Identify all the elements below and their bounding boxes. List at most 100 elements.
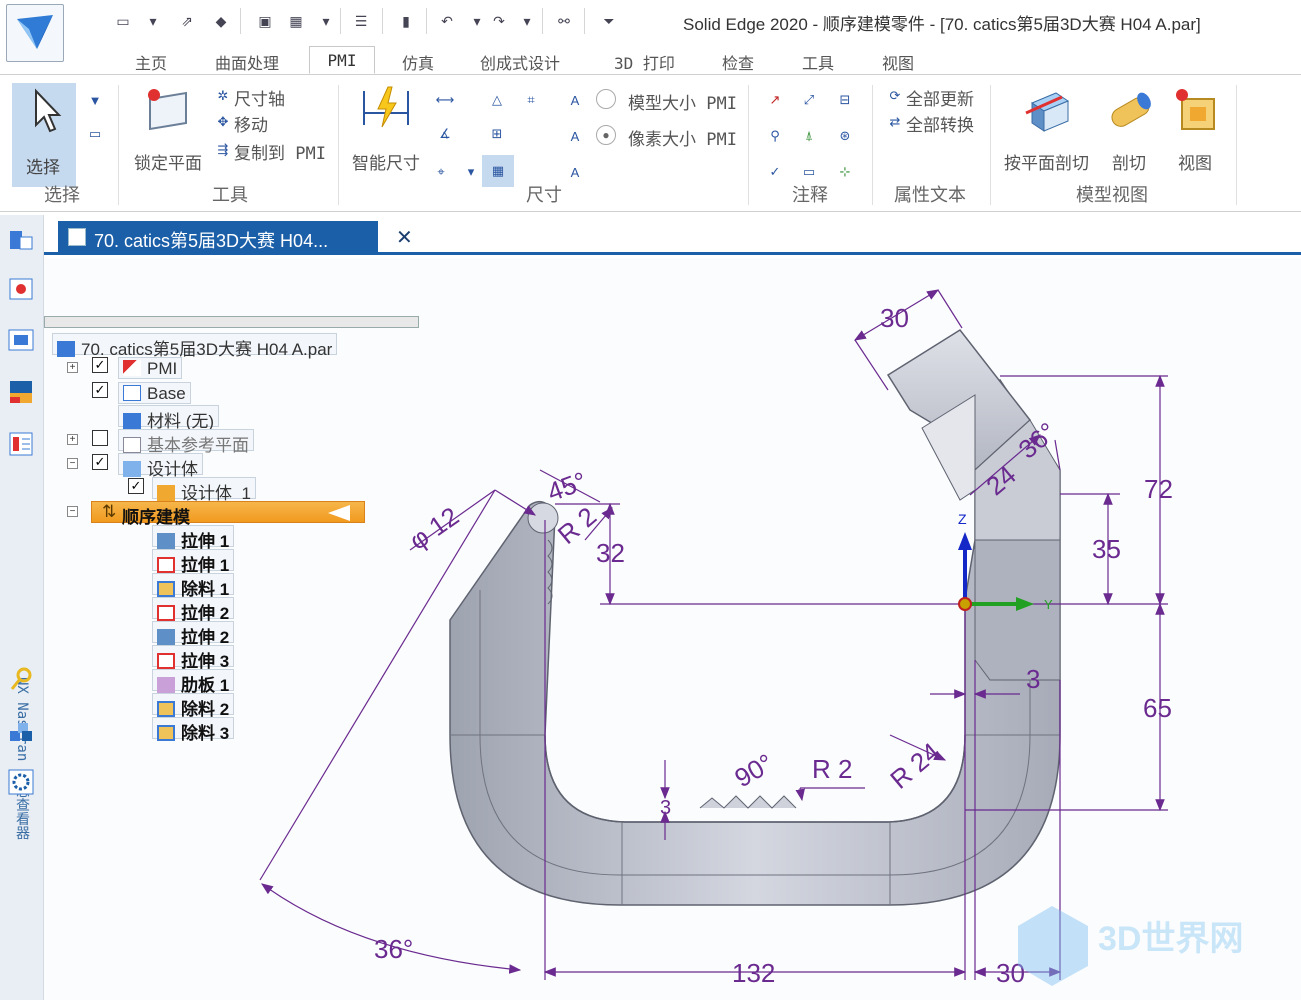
select-box-icon[interactable]: ▭ bbox=[84, 123, 106, 145]
tab-view[interactable]: 视图 bbox=[872, 46, 924, 74]
filter-icon[interactable]: ▼ bbox=[84, 89, 106, 111]
document-icon[interactable]: ▮ bbox=[395, 10, 417, 32]
callout-icon[interactable]: ↗ bbox=[764, 89, 786, 111]
tab-3d-print[interactable]: 3D 打印 bbox=[604, 46, 685, 74]
chevron-down-icon[interactable]: ▾ bbox=[460, 161, 482, 183]
settings-icon[interactable] bbox=[6, 767, 36, 797]
datum-frame-icon[interactable]: ⊟ bbox=[834, 89, 856, 111]
tree-item-ref-planes[interactable]: 基本参考平面 bbox=[118, 429, 254, 455]
dimension-axis-label[interactable]: 尺寸轴 bbox=[234, 85, 285, 110]
tree-feature-cutout[interactable]: 除料 1 bbox=[152, 573, 235, 599]
save-as-icon[interactable]: ▦ bbox=[285, 10, 307, 32]
tree-feature-cutout[interactable]: 除料 2 bbox=[152, 693, 235, 719]
expand-icon[interactable]: + bbox=[67, 362, 78, 373]
close-icon[interactable]: ✕ bbox=[396, 225, 413, 250]
chevron-down-icon[interactable]: ▾ bbox=[516, 10, 538, 32]
tree-item-material[interactable]: 材料 (无) bbox=[118, 405, 220, 431]
move-label[interactable]: 移动 bbox=[234, 111, 268, 136]
chevron-down-icon[interactable]: ▾ bbox=[466, 10, 488, 32]
dimension-table-icon[interactable]: ▦ bbox=[482, 155, 514, 187]
text-size-icon[interactable]: A bbox=[564, 89, 586, 111]
angle-dimension-icon[interactable]: ∡ bbox=[434, 123, 456, 145]
tree-item-base[interactable]: Base bbox=[118, 382, 191, 404]
open-file-icon[interactable]: ⇗ bbox=[176, 10, 198, 32]
surface-texture-icon[interactable]: ⍋ bbox=[798, 125, 820, 147]
nastran-log-icon[interactable] bbox=[6, 429, 36, 459]
link-icon[interactable]: ⚯ bbox=[553, 10, 575, 32]
plane-section-label[interactable]: 按平面剖切 bbox=[1004, 149, 1089, 174]
pin-icon[interactable]: ◆ bbox=[210, 10, 232, 32]
model-view-icon[interactable] bbox=[1172, 85, 1224, 137]
tree-feature-extrude[interactable]: 拉伸 2 bbox=[152, 621, 235, 647]
collapse-icon[interactable]: − bbox=[67, 458, 78, 469]
collapse-icon[interactable]: − bbox=[67, 506, 78, 517]
datum-target-icon[interactable]: ⊛ bbox=[834, 125, 856, 147]
leader-icon[interactable]: ⤢ bbox=[798, 89, 820, 111]
pixel-size-pmi-label[interactable]: 像素大小 PMI bbox=[628, 125, 737, 150]
symmetric-diameter-icon[interactable]: ⊞ bbox=[486, 123, 508, 145]
copy-to-pmi-icon[interactable]: ⇶ bbox=[212, 139, 234, 161]
pmi-checkbox[interactable]: ✓ bbox=[92, 357, 108, 373]
new-file-icon[interactable]: ▭ bbox=[112, 10, 134, 32]
nastran-log-viewer-label[interactable]: NX Nastran 日志查看器 bbox=[10, 677, 32, 840]
tree-item-pmi[interactable]: PMI bbox=[118, 357, 183, 379]
tab-simulation[interactable]: 仿真 bbox=[392, 46, 444, 74]
properties-icon[interactable]: ☰ bbox=[350, 10, 372, 32]
chamfer-dimension-icon[interactable]: ⌗ bbox=[520, 89, 542, 111]
design-body-1-checkbox[interactable]: ✓ bbox=[128, 478, 144, 494]
customize-qat-icon[interactable]: ⏷ bbox=[598, 10, 620, 32]
redo-icon[interactable]: ↷ bbox=[488, 10, 510, 32]
smart-dimension-label[interactable]: 智能尺寸 bbox=[352, 149, 420, 174]
feature-control-frame-icon[interactable]: ▭ bbox=[798, 161, 820, 183]
copy-to-pmi-label[interactable]: 复制到 PMI bbox=[234, 139, 326, 164]
assembly-icon[interactable] bbox=[6, 717, 36, 747]
update-all-label[interactable]: 全部更新 bbox=[906, 85, 974, 110]
color-manager-icon[interactable] bbox=[6, 377, 36, 407]
ref-planes-checkbox[interactable] bbox=[92, 430, 108, 446]
distance-dimension-icon[interactable]: ⟷ bbox=[434, 89, 456, 111]
tab-tools[interactable]: 工具 bbox=[792, 46, 844, 74]
design-body-checkbox[interactable]: ✓ bbox=[92, 454, 108, 470]
lock-plane-icon[interactable] bbox=[142, 85, 194, 131]
tree-feature-rib[interactable]: 肋板 1 bbox=[152, 669, 235, 695]
tree-item-design-body-1[interactable]: 设计体_1 bbox=[152, 477, 256, 503]
views-icon[interactable] bbox=[6, 325, 36, 355]
section-label[interactable]: 剖切 bbox=[1112, 149, 1146, 174]
smart-dimension-icon[interactable] bbox=[360, 85, 412, 131]
key-icon[interactable] bbox=[6, 665, 36, 695]
tree-feature-extrude[interactable]: 拉伸 3 bbox=[152, 645, 235, 671]
save-icon[interactable]: ▣ bbox=[254, 10, 276, 32]
tab-home[interactable]: 主页 bbox=[125, 46, 177, 74]
weld-symbol-icon[interactable]: ✓ bbox=[764, 161, 786, 183]
tab-inspect[interactable]: 检查 bbox=[712, 46, 764, 74]
balloon-icon[interactable]: ⚲ bbox=[764, 125, 786, 147]
tree-feature-extrude[interactable]: 拉伸 1 bbox=[152, 525, 235, 551]
pixel-size-radio[interactable]: ● bbox=[596, 125, 616, 145]
tree-root[interactable]: 70. catics第5届3D大赛 H04 A.par bbox=[52, 333, 338, 359]
tree-feature-extrude[interactable]: 拉伸 2 bbox=[152, 597, 235, 623]
view-label[interactable]: 视图 bbox=[1178, 149, 1212, 174]
update-all-icon[interactable]: ⟳ bbox=[884, 85, 906, 107]
layers-icon[interactable] bbox=[6, 275, 36, 305]
convert-all-icon[interactable]: ⇄ bbox=[884, 111, 906, 133]
model-size-pmi-label[interactable]: 模型大小 PMI bbox=[628, 89, 737, 114]
move-icon[interactable]: ✥ bbox=[212, 111, 234, 133]
tab-surfacing[interactable]: 曲面处理 bbox=[205, 46, 289, 74]
text-style-icon[interactable]: A bbox=[564, 125, 586, 147]
tab-pmi[interactable]: PMI bbox=[309, 46, 375, 74]
tree-item-design-body[interactable]: 设计体 bbox=[118, 453, 203, 479]
tab-generative-design[interactable]: 创成式设计 bbox=[470, 46, 570, 74]
tree-item-ordered-active[interactable]: ⇅ 顺序建模 bbox=[91, 501, 365, 527]
undo-icon[interactable]: ↶ bbox=[436, 10, 458, 32]
expand-icon[interactable]: + bbox=[67, 434, 78, 445]
tree-feature-extrude[interactable]: 拉伸 1 bbox=[152, 549, 235, 575]
datum-point-icon[interactable]: ⊹ bbox=[834, 161, 856, 183]
tree-feature-cutout[interactable]: 除料 3 bbox=[152, 717, 235, 743]
lock-plane-label[interactable]: 锁定平面 bbox=[134, 149, 202, 174]
convert-all-label[interactable]: 全部转换 bbox=[906, 111, 974, 136]
base-checkbox[interactable]: ✓ bbox=[92, 382, 108, 398]
chevron-down-icon[interactable]: ▾ bbox=[142, 10, 164, 32]
pathfinder-splitter[interactable] bbox=[44, 316, 419, 328]
text-small-icon[interactable]: A bbox=[564, 161, 586, 183]
plane-section-icon[interactable] bbox=[1022, 85, 1074, 137]
